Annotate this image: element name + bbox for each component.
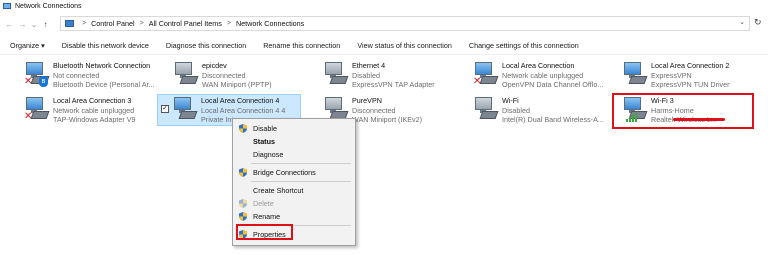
uac-shield-icon xyxy=(239,168,247,177)
address-field[interactable]: > Control Panel > All Control Panel Item… xyxy=(60,16,750,31)
menu-item-label: Bridge Connections xyxy=(253,167,316,177)
ethernet-adapter-icon: ✕ xyxy=(24,97,50,123)
connection-status: ExpressVPN xyxy=(651,70,692,80)
connection-device: WAN Miniport (IKEv2) xyxy=(352,115,423,124)
back-arrow-icon: ← xyxy=(5,19,14,29)
connection-name: Local Area Connection 3 xyxy=(53,96,132,105)
connection-name: Ethernet 4 xyxy=(352,61,386,70)
breadcrumb-separator: > xyxy=(226,20,231,27)
change-settings-button[interactable]: Change settings of this connection xyxy=(469,41,579,50)
breadcrumb-network-connections[interactable]: Network Connections xyxy=(236,19,304,28)
view-status-button[interactable]: View status of this connection xyxy=(357,41,452,50)
connection-local-area[interactable]: ✕ Local Area Connection Network cable un… xyxy=(469,60,617,91)
menu-item-disable[interactable]: Disable xyxy=(233,122,355,134)
disconnected-x-icon: ✕ xyxy=(473,76,482,87)
vpn-connection-icon xyxy=(173,62,199,88)
disable-device-button[interactable]: Disable this network device xyxy=(62,41,149,50)
connection-device: Intel(R) Dual Band Wireless-A... xyxy=(502,115,604,124)
connection-device: OpenVPN Data Channel Offlo... xyxy=(502,80,604,89)
connection-name: Local Area Connection 4 xyxy=(201,96,280,105)
control-panel-icon xyxy=(65,20,74,27)
connection-name: Local Area Connection 2 xyxy=(651,61,730,70)
connection-name: Local Area Connection xyxy=(502,61,575,70)
uac-shield-icon xyxy=(239,212,247,221)
menu-item-label: Create Shortcut xyxy=(253,185,304,195)
menu-separator xyxy=(251,181,351,182)
menu-item-delete[interactable]: Delete xyxy=(233,197,355,209)
title-bar: Network Connections xyxy=(0,0,768,13)
annotation-highlight-wifi-3 xyxy=(612,93,754,129)
connection-status: Network cable unplugged xyxy=(53,105,135,115)
bluetooth-adapter-icon: ✕ ʙ xyxy=(24,62,50,88)
up-button[interactable]: ↑ xyxy=(39,17,52,31)
breadcrumb-separator: > xyxy=(82,20,87,27)
organize-menu[interactable]: Organize ▾ xyxy=(10,41,45,50)
up-arrow-icon: ↑ xyxy=(43,19,48,29)
uac-shield-icon xyxy=(239,199,247,208)
wifi-adapter-icon xyxy=(473,97,499,123)
connection-status: Network cable unplugged xyxy=(502,70,584,80)
menu-item-create-shortcut[interactable]: Create Shortcut xyxy=(233,184,355,196)
network-connections-icon xyxy=(3,2,12,11)
annotation-highlight-properties xyxy=(236,224,293,240)
breadcrumb-separator: > xyxy=(139,20,144,27)
connection-bluetooth[interactable]: ✕ ʙ Bluetooth Network Connection Not con… xyxy=(20,60,168,91)
connection-device: Bluetooth Device (Personal Ar... xyxy=(53,80,155,89)
bluetooth-icon: ʙ xyxy=(39,76,48,87)
menu-item-status[interactable]: Status xyxy=(233,135,355,147)
ethernet-adapter-icon xyxy=(323,62,349,88)
forward-button[interactable]: → xyxy=(16,17,29,31)
connection-name: PureVPN xyxy=(352,96,382,105)
connection-status: Disabled xyxy=(352,70,380,80)
connection-device: ExpressVPN TUN Driver xyxy=(651,80,730,89)
ethernet-adapter-icon: ✕ xyxy=(473,62,499,88)
forward-arrow-icon: → xyxy=(18,19,27,29)
address-bar: ← → ⌄ ↑ > Control Panel > All Control Pa… xyxy=(0,13,768,35)
command-bar: Organize ▾ Disable this network device D… xyxy=(0,37,768,55)
selection-checkbox[interactable]: ✓ xyxy=(161,105,169,113)
connection-local-area-2[interactable]: Local Area Connection 2 ExpressVPN Expre… xyxy=(618,60,766,91)
menu-separator xyxy=(251,163,351,164)
connection-status: Disabled xyxy=(502,105,530,115)
rename-connection-button[interactable]: Rename this connection xyxy=(263,41,340,50)
connection-device: TAP-Windows Adapter V9 xyxy=(53,115,136,124)
connection-name: Bluetooth Network Connection xyxy=(53,61,151,70)
disconnected-x-icon: ✕ xyxy=(24,111,33,122)
uac-shield-icon xyxy=(239,124,247,133)
chevron-down-icon: ⌄ xyxy=(30,19,38,29)
ethernet-adapter-icon xyxy=(622,62,648,88)
menu-item-label: Rename xyxy=(253,211,281,221)
menu-item-label: Status xyxy=(253,136,275,146)
connection-device: WAN Miniport (PPTP) xyxy=(202,80,272,89)
menu-item-label: Disable xyxy=(253,123,277,133)
breadcrumb-all-items[interactable]: All Control Panel Items xyxy=(149,19,222,28)
menu-item-label: Diagnose xyxy=(253,149,284,159)
breadcrumb-control-panel[interactable]: Control Panel xyxy=(91,19,135,28)
connection-ethernet-4[interactable]: Ethernet 4 Disabled ExpressVPN TAP Adapt… xyxy=(319,60,467,91)
ethernet-adapter-icon xyxy=(172,97,198,123)
refresh-icon[interactable]: ↻ xyxy=(754,17,762,28)
menu-item-diagnose[interactable]: Diagnose xyxy=(233,148,355,160)
connection-status: Local Area Connection 4 4 xyxy=(201,105,286,115)
menu-item-rename[interactable]: Rename xyxy=(233,210,355,222)
diagnose-connection-button[interactable]: Diagnose this connection xyxy=(166,41,246,50)
connection-epicdev[interactable]: epicdev Disconnected WAN Miniport (PPTP) xyxy=(169,60,317,91)
address-dropdown-icon[interactable]: ⌄ xyxy=(739,18,745,26)
connection-name: epicdev xyxy=(202,61,227,70)
connection-status: Not connected xyxy=(53,70,100,80)
menu-item-label: Delete xyxy=(253,198,274,208)
connection-status: Disconnected xyxy=(202,70,246,80)
window-title: Network Connections xyxy=(15,3,82,10)
connection-status: Disconnected xyxy=(352,105,396,115)
connection-device: ExpressVPN TAP Adapter xyxy=(352,80,435,89)
back-button[interactable]: ← xyxy=(3,17,16,31)
connection-name: Wi-Fi xyxy=(502,96,519,105)
menu-item-bridge-connections[interactable]: Bridge Connections xyxy=(233,166,355,178)
connection-local-area-3[interactable]: ✕ Local Area Connection 3 Network cable … xyxy=(20,95,168,126)
disconnected-x-icon: ✕ xyxy=(24,76,33,87)
connection-wifi[interactable]: Wi-Fi Disabled Intel(R) Dual Band Wirele… xyxy=(469,95,617,126)
recent-locations-button[interactable]: ⌄ xyxy=(29,17,39,31)
